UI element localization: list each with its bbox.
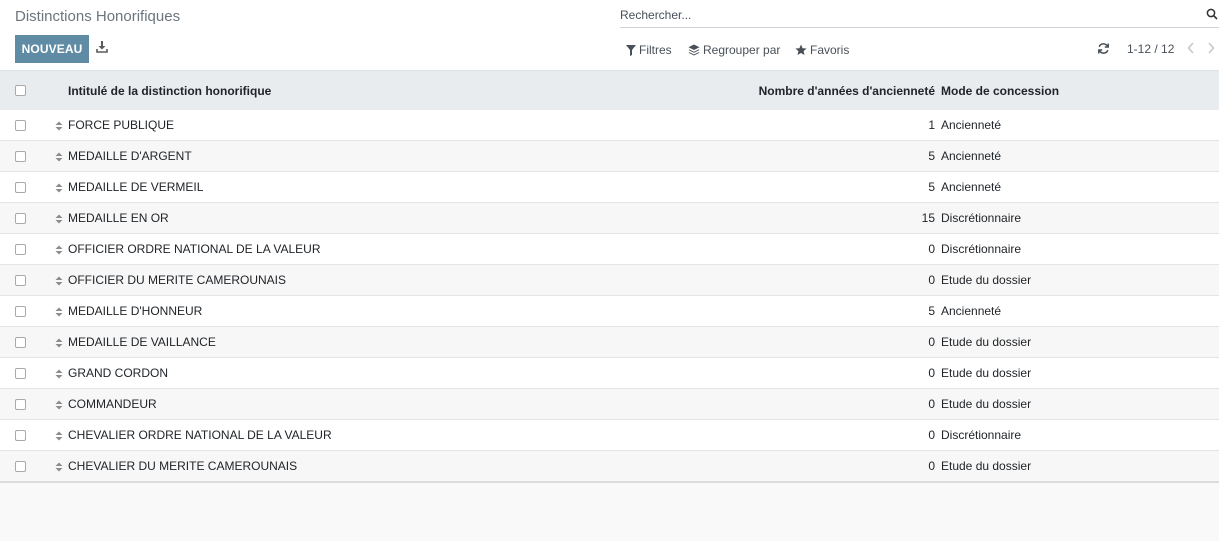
row-checkbox[interactable] bbox=[15, 337, 26, 348]
cell-years: 0 bbox=[928, 335, 935, 349]
select-all-checkbox[interactable] bbox=[15, 85, 26, 96]
row-checkbox[interactable] bbox=[15, 461, 26, 472]
table-row[interactable]: MEDAILLE DE VAILLANCE 0 Etude du dossier bbox=[0, 327, 1219, 358]
drag-handle-icon[interactable] bbox=[55, 275, 63, 286]
drag-handle-icon[interactable] bbox=[55, 461, 63, 472]
group-by-label: Regrouper par bbox=[703, 43, 781, 57]
cell-years: 5 bbox=[928, 304, 935, 318]
row-checkbox[interactable] bbox=[15, 368, 26, 379]
cell-name: COMMANDEUR bbox=[68, 397, 157, 411]
column-header-years[interactable]: Nombre d'années d'ancienneté bbox=[759, 84, 935, 98]
cell-name: CHEVALIER DU MERITE CAMEROUNAIS bbox=[68, 459, 298, 473]
cell-mode: Ancienneté bbox=[941, 118, 1002, 132]
cell-years: 0 bbox=[928, 428, 935, 442]
drag-handle-icon[interactable] bbox=[55, 306, 63, 317]
table-row[interactable]: OFFICIER DU MERITE CAMEROUNAIS 0 Etude du … bbox=[0, 265, 1219, 296]
download-icon[interactable] bbox=[96, 40, 110, 56]
cell-mode: Etude du dossier bbox=[941, 397, 1032, 411]
search-box bbox=[620, 5, 1219, 28]
cell-name: MEDAILLE EN OR bbox=[68, 211, 169, 225]
drag-handle-icon[interactable] bbox=[55, 430, 63, 441]
new-button[interactable]: NOUVEAU bbox=[15, 35, 89, 63]
page-title: Distinctions Honorifiques bbox=[15, 8, 181, 25]
row-checkbox[interactable] bbox=[15, 244, 26, 255]
chevron-right-icon[interactable] bbox=[1207, 42, 1217, 56]
cell-mode: Etude du dossier bbox=[941, 335, 1032, 349]
chevron-left-icon[interactable] bbox=[1187, 42, 1197, 56]
favorites-label: Favoris bbox=[810, 43, 850, 57]
cell-years: 0 bbox=[928, 366, 935, 380]
cell-years: 5 bbox=[928, 180, 935, 194]
list-table: Intitulé de la distinction honorifique N… bbox=[0, 70, 1219, 483]
cell-mode: Discrétionnaire bbox=[941, 428, 1022, 442]
cell-name: CHEVALIER ORDRE NATIONAL DE LA VALEUR bbox=[68, 428, 332, 442]
cell-mode: Ancienneté bbox=[941, 304, 1002, 318]
drag-handle-icon[interactable] bbox=[55, 244, 63, 255]
pager-value[interactable]: 1-12 / 12 bbox=[1127, 42, 1174, 56]
cell-years: 0 bbox=[928, 273, 935, 287]
cell-mode: Ancienneté bbox=[941, 180, 1002, 194]
cell-years: 0 bbox=[928, 242, 935, 256]
row-checkbox[interactable] bbox=[15, 120, 26, 131]
control-panel: Distinctions Honorifiques NOUVEAU Filtre… bbox=[0, 0, 1219, 70]
favorites-button[interactable]: Favoris bbox=[795, 42, 849, 58]
table-row[interactable]: MEDAILLE D'ARGENT 5 Ancienneté bbox=[0, 141, 1219, 172]
table-header: Intitulé de la distinction honorifique N… bbox=[0, 70, 1219, 110]
row-checkbox[interactable] bbox=[15, 213, 26, 224]
layers-icon bbox=[688, 44, 700, 56]
cell-name: MEDAILLE D'ARGENT bbox=[68, 149, 192, 163]
row-checkbox[interactable] bbox=[15, 430, 26, 441]
cell-mode: Discrétionnaire bbox=[941, 242, 1022, 256]
refresh-icon[interactable] bbox=[1097, 42, 1111, 56]
row-checkbox[interactable] bbox=[15, 151, 26, 162]
group-by-button[interactable]: Regrouper par bbox=[688, 42, 780, 58]
table-row[interactable]: CHEVALIER DU MERITE CAMEROUNAIS 0 Etude du… bbox=[0, 451, 1219, 483]
search-input[interactable] bbox=[620, 6, 1190, 24]
table-row[interactable]: MEDAILLE DE VERMEIL 5 Ancienneté bbox=[0, 172, 1219, 203]
row-checkbox[interactable] bbox=[15, 399, 26, 410]
cell-mode: Etude du dossier bbox=[941, 459, 1032, 473]
table-body: FORCE PUBLIQUE 1 Ancienneté MEDAILLE D'ARGE… bbox=[0, 110, 1219, 483]
cell-years: 15 bbox=[921, 211, 935, 225]
drag-handle-icon[interactable] bbox=[55, 368, 63, 379]
row-checkbox[interactable] bbox=[15, 275, 26, 286]
star-icon bbox=[795, 44, 807, 55]
table-row[interactable]: CHEVALIER ORDRE NATIONAL DE LA VALEUR 0 Di… bbox=[0, 420, 1219, 451]
column-header-mode[interactable]: Mode de concession bbox=[941, 84, 1059, 98]
cell-mode: Ancienneté bbox=[941, 149, 1002, 163]
drag-handle-icon[interactable] bbox=[55, 151, 63, 162]
filters-label: Filtres bbox=[639, 43, 672, 57]
cell-years: 5 bbox=[928, 149, 935, 163]
drag-handle-icon[interactable] bbox=[55, 120, 63, 131]
cell-name: MEDAILLE DE VAILLANCE bbox=[68, 335, 216, 349]
cell-years: 0 bbox=[928, 459, 935, 473]
cell-years: 1 bbox=[928, 118, 935, 132]
cell-mode: Etude du dossier bbox=[941, 366, 1032, 380]
cell-years: 0 bbox=[928, 397, 935, 411]
drag-handle-icon[interactable] bbox=[55, 337, 63, 348]
cell-name: GRAND CORDON bbox=[68, 366, 169, 380]
table-row[interactable]: COMMANDEUR 0 Etude du dossier bbox=[0, 389, 1219, 420]
table-row[interactable]: GRAND CORDON 0 Etude du dossier bbox=[0, 358, 1219, 389]
table-row[interactable]: MEDAILLE EN OR 15 Discrétionnaire bbox=[0, 203, 1219, 234]
cell-mode: Etude du dossier bbox=[941, 273, 1032, 287]
column-header-name[interactable]: Intitulé de la distinction honorifique bbox=[68, 84, 271, 98]
cell-name: MEDAILLE D'HONNEUR bbox=[68, 304, 203, 318]
row-checkbox[interactable] bbox=[15, 182, 26, 193]
row-checkbox[interactable] bbox=[15, 306, 26, 317]
search-icon[interactable] bbox=[1206, 8, 1218, 20]
drag-handle-icon[interactable] bbox=[55, 399, 63, 410]
cell-mode: Discrétionnaire bbox=[941, 211, 1022, 225]
drag-handle-icon[interactable] bbox=[55, 182, 63, 193]
cell-name: FORCE PUBLIQUE bbox=[68, 118, 175, 132]
table-row[interactable]: OFFICIER ORDRE NATIONAL DE LA VALEUR 0 Dis… bbox=[0, 234, 1219, 265]
drag-handle-icon[interactable] bbox=[55, 213, 63, 224]
cell-name: OFFICIER DU MERITE CAMEROUNAIS bbox=[68, 273, 287, 287]
cell-name: MEDAILLE DE VERMEIL bbox=[68, 180, 204, 194]
table-row[interactable]: MEDAILLE D'HONNEUR 5 Ancienneté bbox=[0, 296, 1219, 327]
filters-button[interactable]: Filtres bbox=[626, 42, 672, 58]
table-row[interactable]: FORCE PUBLIQUE 1 Ancienneté bbox=[0, 110, 1219, 141]
filter-icon bbox=[626, 44, 636, 56]
cell-name: OFFICIER ORDRE NATIONAL DE LA VALEUR bbox=[68, 242, 321, 256]
